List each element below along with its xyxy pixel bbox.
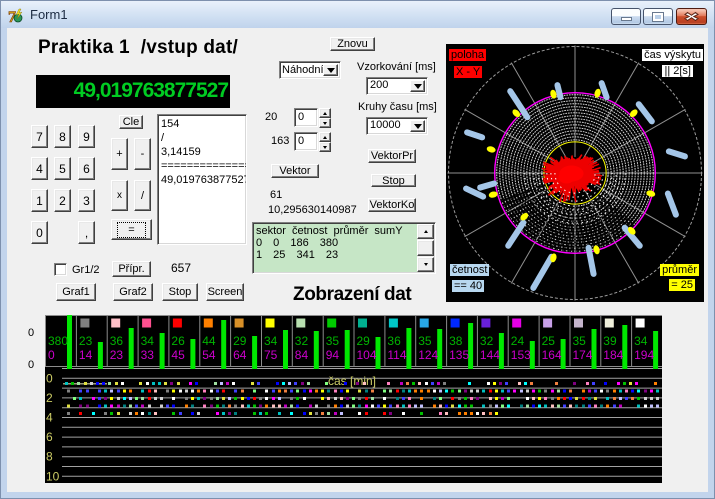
svg-text:75: 75 <box>264 348 278 362</box>
svg-text:25: 25 <box>542 334 556 348</box>
svg-text:36: 36 <box>110 334 124 348</box>
svg-text:36: 36 <box>387 334 401 348</box>
svg-text:144: 144 <box>480 348 500 362</box>
svg-text:32: 32 <box>295 334 309 348</box>
svg-text:14: 14 <box>79 348 93 362</box>
svg-text:84: 84 <box>295 348 309 362</box>
svg-text:45: 45 <box>171 348 185 362</box>
svg-text:194: 194 <box>634 348 654 362</box>
svg-text:0: 0 <box>46 371 53 385</box>
svg-text:8: 8 <box>46 450 53 464</box>
svg-text:54: 54 <box>202 348 216 362</box>
svg-text:153: 153 <box>511 348 531 362</box>
svg-text:0: 0 <box>48 348 55 362</box>
svg-text:23: 23 <box>79 334 93 348</box>
svg-text:32: 32 <box>480 334 494 348</box>
svg-text:2: 2 <box>46 391 53 405</box>
svg-text:35: 35 <box>326 334 340 348</box>
svg-text:174: 174 <box>573 348 593 362</box>
svg-text:33: 33 <box>141 348 155 362</box>
svg-text:čas [min]: čas [min] <box>328 374 376 388</box>
svg-text:26: 26 <box>171 334 185 348</box>
svg-text:124: 124 <box>418 348 438 362</box>
svg-text:39: 39 <box>603 334 617 348</box>
svg-text:380: 380 <box>48 334 68 348</box>
svg-text:29: 29 <box>357 334 371 348</box>
svg-text:24: 24 <box>511 334 525 348</box>
svg-text:23: 23 <box>110 348 124 362</box>
svg-text:64: 64 <box>233 348 247 362</box>
svg-text:34: 34 <box>141 334 155 348</box>
svg-text:35: 35 <box>573 334 587 348</box>
svg-text:6: 6 <box>46 430 53 444</box>
svg-text:104: 104 <box>357 348 377 362</box>
svg-text:114: 114 <box>387 348 406 362</box>
svg-text:184: 184 <box>603 348 623 362</box>
svg-text:44: 44 <box>202 334 216 348</box>
svg-text:10: 10 <box>46 469 60 483</box>
svg-text:34: 34 <box>634 334 648 348</box>
svg-text:94: 94 <box>326 348 340 362</box>
svg-text:135: 135 <box>449 348 469 362</box>
svg-text:38: 38 <box>449 334 463 348</box>
svg-text:164: 164 <box>542 348 562 362</box>
svg-text:35: 35 <box>418 334 432 348</box>
svg-text:34: 34 <box>264 334 278 348</box>
svg-text:4: 4 <box>46 411 53 425</box>
svg-text:29: 29 <box>233 334 247 348</box>
